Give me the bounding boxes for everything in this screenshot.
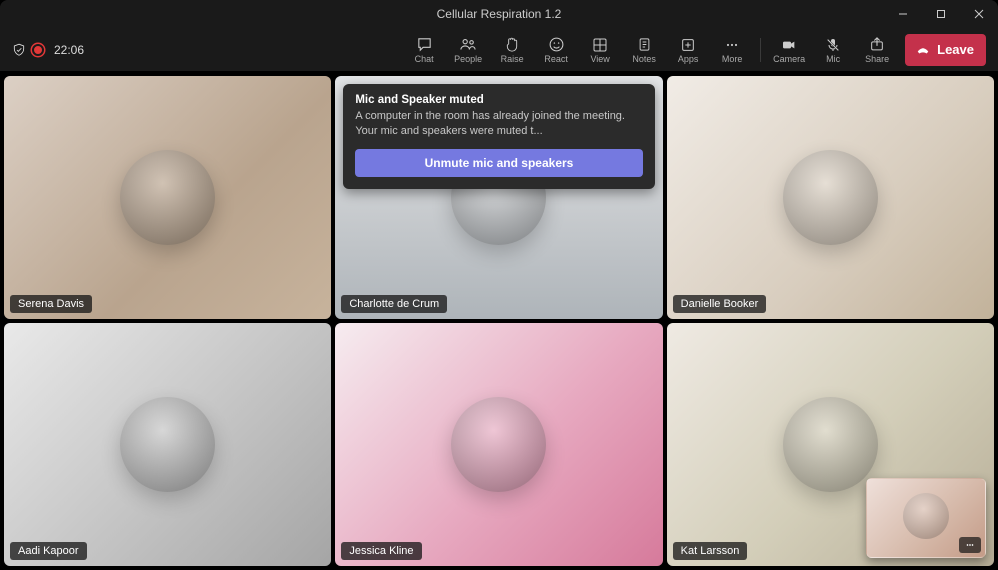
notes-button[interactable]: Notes [622, 30, 666, 70]
toolbar-status: 22:06 [12, 43, 84, 57]
react-button[interactable]: React [534, 30, 578, 70]
mute-notification: Mic and Speaker muted A computer in the … [343, 84, 654, 189]
camera-button[interactable]: Camera [767, 30, 811, 70]
chat-button[interactable]: Chat [402, 30, 446, 70]
participant-tile[interactable]: Mic and Speaker muted A computer in the … [335, 76, 662, 319]
video-placeholder [335, 323, 662, 566]
leave-button[interactable]: Leave [905, 34, 986, 66]
close-icon [974, 9, 984, 19]
camera-icon [780, 36, 798, 54]
view-button[interactable]: View [578, 30, 622, 70]
more-icon [723, 36, 741, 54]
toolbar-actions: Chat People Raise React [402, 30, 986, 70]
chat-icon [416, 36, 433, 54]
share-icon [869, 36, 885, 54]
participant-tile[interactable]: Kat Larsson [667, 323, 994, 566]
meeting-window: Cellular Respiration 1.2 22: [0, 0, 998, 570]
share-button[interactable]: Share [855, 30, 899, 70]
self-avatar [903, 493, 949, 539]
minimize-icon [898, 9, 908, 19]
maximize-button[interactable] [922, 0, 960, 28]
shield-icon [12, 43, 26, 57]
participant-tile[interactable]: Jessica Kline [335, 323, 662, 566]
recording-indicators [12, 43, 44, 57]
unmute-button[interactable]: Unmute mic and speakers [355, 149, 642, 177]
window-title: Cellular Respiration 1.2 [437, 7, 562, 21]
toolbar-separator [760, 38, 761, 62]
notes-icon [637, 36, 652, 54]
toast-body: A computer in the room has already joine… [355, 109, 642, 139]
raise-hand-button[interactable]: Raise [490, 30, 534, 70]
participant-tile[interactable]: Aadi Kapoor [4, 323, 331, 566]
leave-label: Leave [937, 42, 974, 57]
participant-tile[interactable]: Danielle Booker [667, 76, 994, 319]
close-button[interactable] [960, 0, 998, 28]
video-placeholder [4, 323, 331, 566]
participant-grid: Serena Davis Mic and Speaker muted A com… [0, 72, 998, 570]
record-icon [32, 44, 44, 56]
people-icon [459, 36, 477, 54]
raise-hand-icon [504, 36, 520, 54]
participant-name: Serena Davis [10, 295, 92, 313]
window-controls [884, 0, 998, 28]
more-button[interactable]: More [710, 30, 754, 70]
hangup-icon [915, 43, 931, 57]
toast-title: Mic and Speaker muted [355, 94, 642, 106]
video-placeholder [4, 76, 331, 319]
video-placeholder [667, 76, 994, 319]
smile-icon [548, 36, 565, 54]
people-button[interactable]: People [446, 30, 490, 70]
participant-name: Danielle Booker [673, 295, 767, 313]
maximize-icon [936, 9, 946, 19]
more-icon [964, 540, 976, 550]
participant-name: Jessica Kline [341, 542, 421, 560]
apps-button[interactable]: Apps [666, 30, 710, 70]
mic-button[interactable]: Mic [811, 30, 855, 70]
minimize-button[interactable] [884, 0, 922, 28]
mic-muted-icon [825, 36, 841, 54]
grid-icon [592, 36, 608, 54]
meeting-timer: 22:06 [54, 43, 84, 57]
apps-icon [680, 36, 696, 54]
titlebar: Cellular Respiration 1.2 [0, 0, 998, 28]
meeting-toolbar: 22:06 Chat People Raise [0, 28, 998, 72]
participant-name: Kat Larsson [673, 542, 748, 560]
self-view[interactable] [866, 478, 986, 558]
self-view-more-button[interactable] [959, 537, 981, 553]
participant-name: Charlotte de Crum [341, 295, 447, 313]
participant-tile[interactable]: Serena Davis [4, 76, 331, 319]
participant-name: Aadi Kapoor [10, 542, 87, 560]
